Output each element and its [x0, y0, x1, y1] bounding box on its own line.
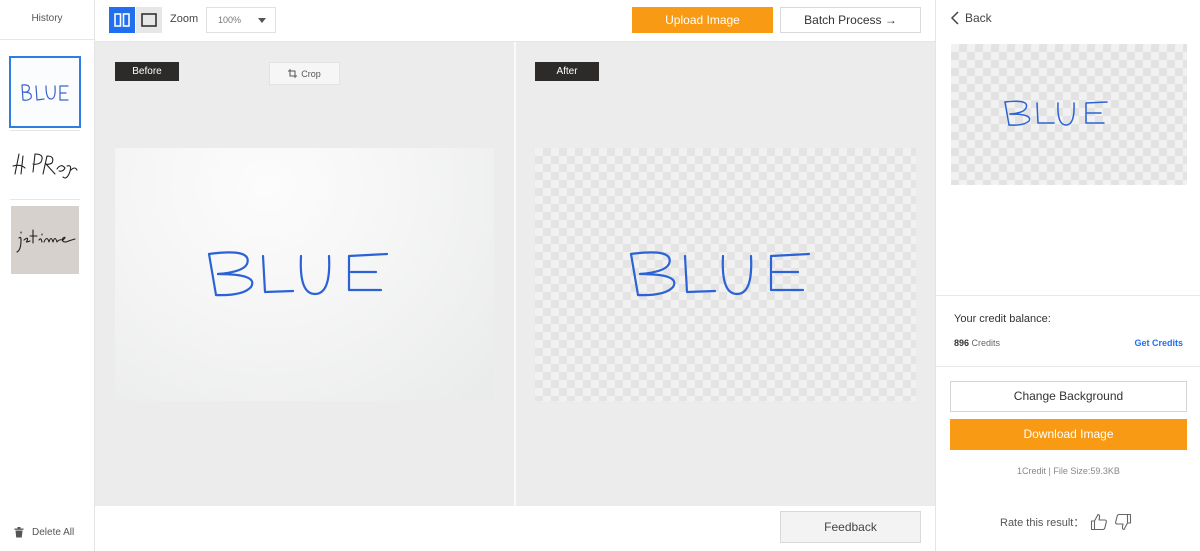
panel-divider	[936, 366, 1200, 367]
single-view-icon	[141, 13, 157, 27]
blue-signature-preview	[1004, 100, 1108, 126]
result-image	[535, 148, 916, 401]
split-view-button[interactable]	[109, 7, 135, 33]
delete-all-button[interactable]: Delete All	[14, 527, 74, 538]
blue-signature-thumbnail	[21, 84, 69, 101]
history-thumbnail-blue[interactable]	[9, 56, 81, 128]
thumbs-up-icon	[1091, 513, 1108, 531]
blue-signature-original	[207, 251, 389, 297]
top-toolbar: Zoom 100% Upload Image Batch Process →	[95, 0, 935, 42]
thumbs-down-button[interactable]	[1114, 513, 1132, 531]
back-button[interactable]: Back	[950, 11, 992, 25]
thumbnail-divider	[10, 199, 80, 200]
single-view-button[interactable]	[136, 7, 162, 33]
trash-icon	[14, 527, 24, 538]
download-image-button[interactable]: Download Image	[950, 419, 1187, 450]
original-image	[115, 148, 494, 401]
before-pane: Before Crop	[95, 42, 514, 506]
split-view-icon	[114, 13, 130, 27]
feedback-button[interactable]: Feedback	[780, 511, 921, 543]
history-thumbnail-2[interactable]	[11, 130, 79, 198]
rate-label: Rate this result：	[1000, 517, 1085, 529]
crop-label: Crop	[301, 68, 321, 79]
caret-down-icon	[258, 18, 266, 23]
zoom-label: Zoom	[170, 13, 199, 25]
get-credits-link[interactable]: Get Credits	[1134, 338, 1183, 348]
crop-button[interactable]: Crop	[269, 62, 340, 85]
delete-all-label: Delete All	[32, 527, 75, 538]
after-pane: After	[516, 42, 935, 506]
batch-process-button[interactable]: Batch Process →	[780, 7, 921, 33]
zoom-select[interactable]: 100%	[206, 7, 276, 33]
result-preview	[951, 44, 1187, 185]
rate-result: Rate this result：	[1000, 513, 1132, 531]
history-title: History	[0, 0, 94, 40]
thumbs-down-icon	[1115, 513, 1132, 531]
before-tag: Before	[115, 62, 179, 81]
change-background-button[interactable]: Change Background	[950, 381, 1187, 412]
zoom-value: 100%	[218, 15, 242, 25]
panel-divider	[936, 295, 1200, 296]
bottom-bar: Feedback	[95, 506, 935, 551]
credit-balance: 896 Credits	[954, 338, 1000, 348]
signature-thumbnail-2	[12, 153, 78, 179]
back-label: Back	[965, 11, 992, 25]
file-info: 1Credit | File Size:59.3KB	[1017, 466, 1120, 476]
upload-image-button[interactable]: Upload Image	[632, 7, 773, 33]
history-thumbnail-3[interactable]	[11, 206, 79, 274]
credit-balance-unit: Credits	[971, 338, 1001, 348]
thumbs-up-button[interactable]	[1090, 513, 1108, 531]
blue-signature-result	[629, 251, 811, 297]
chevron-left-icon	[950, 11, 959, 25]
credit-balance-label: Your credit balance:	[954, 313, 1051, 325]
credit-balance-value: 896	[954, 338, 970, 348]
signature-thumbnail-3	[11, 206, 79, 274]
crop-icon	[288, 69, 298, 78]
history-sidebar: History Delete All	[0, 0, 95, 551]
after-tag: After	[535, 62, 599, 81]
result-panel: Back Your credit balance: 896 Credits Ge…	[935, 0, 1200, 551]
app: History Delete All Zoom 100% Upload Imag…	[0, 0, 1200, 551]
